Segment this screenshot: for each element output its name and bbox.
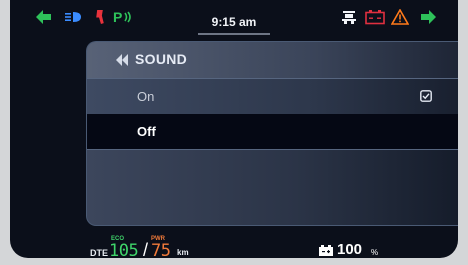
battery-icon [319,245,333,256]
hazard-lights-icon [342,11,356,24]
pwr-range-value: 75 [151,241,171,258]
menu-title: SOUND [135,51,188,67]
battery-warning-icon [365,10,385,25]
range-unit: km [177,248,189,257]
range-separator: / [143,240,149,258]
left-turn-signal-icon [36,10,51,24]
svg-text:P: P [113,9,122,25]
battery-percent-sign: % [371,248,379,257]
option-label: Off [137,124,156,139]
warning-triangle-icon [391,9,409,25]
sound-settings-menu: SOUND On Off [86,41,458,226]
right-turn-signal-icon [421,10,436,24]
sound-option-on[interactable]: On [87,78,458,115]
dte-label: DTE [90,248,108,258]
bottom-bar: DTE ECO 105 / PWR 75 km 100 % [10,236,458,258]
high-beam-icon [65,12,81,22]
status-bar: P 9:15 am [10,0,458,35]
double-chevron-left-icon[interactable] [116,54,130,66]
kickstand-icon [96,9,104,25]
checkbox-checked-icon[interactable] [420,90,432,102]
sound-option-off[interactable]: Off [87,114,458,150]
dashboard-screen: P 9:15 am SOUND On Off DTE ECO 105 / PWR… [10,0,458,258]
battery-level-value: 100 [337,241,363,258]
eco-range-value: 105 [109,241,139,258]
parking-indicator-icon: P [113,9,131,25]
option-label: On [137,89,155,104]
clock-underline [198,33,270,35]
menu-header[interactable]: SOUND [87,42,458,78]
clock-time: 9:15 am [211,15,257,29]
